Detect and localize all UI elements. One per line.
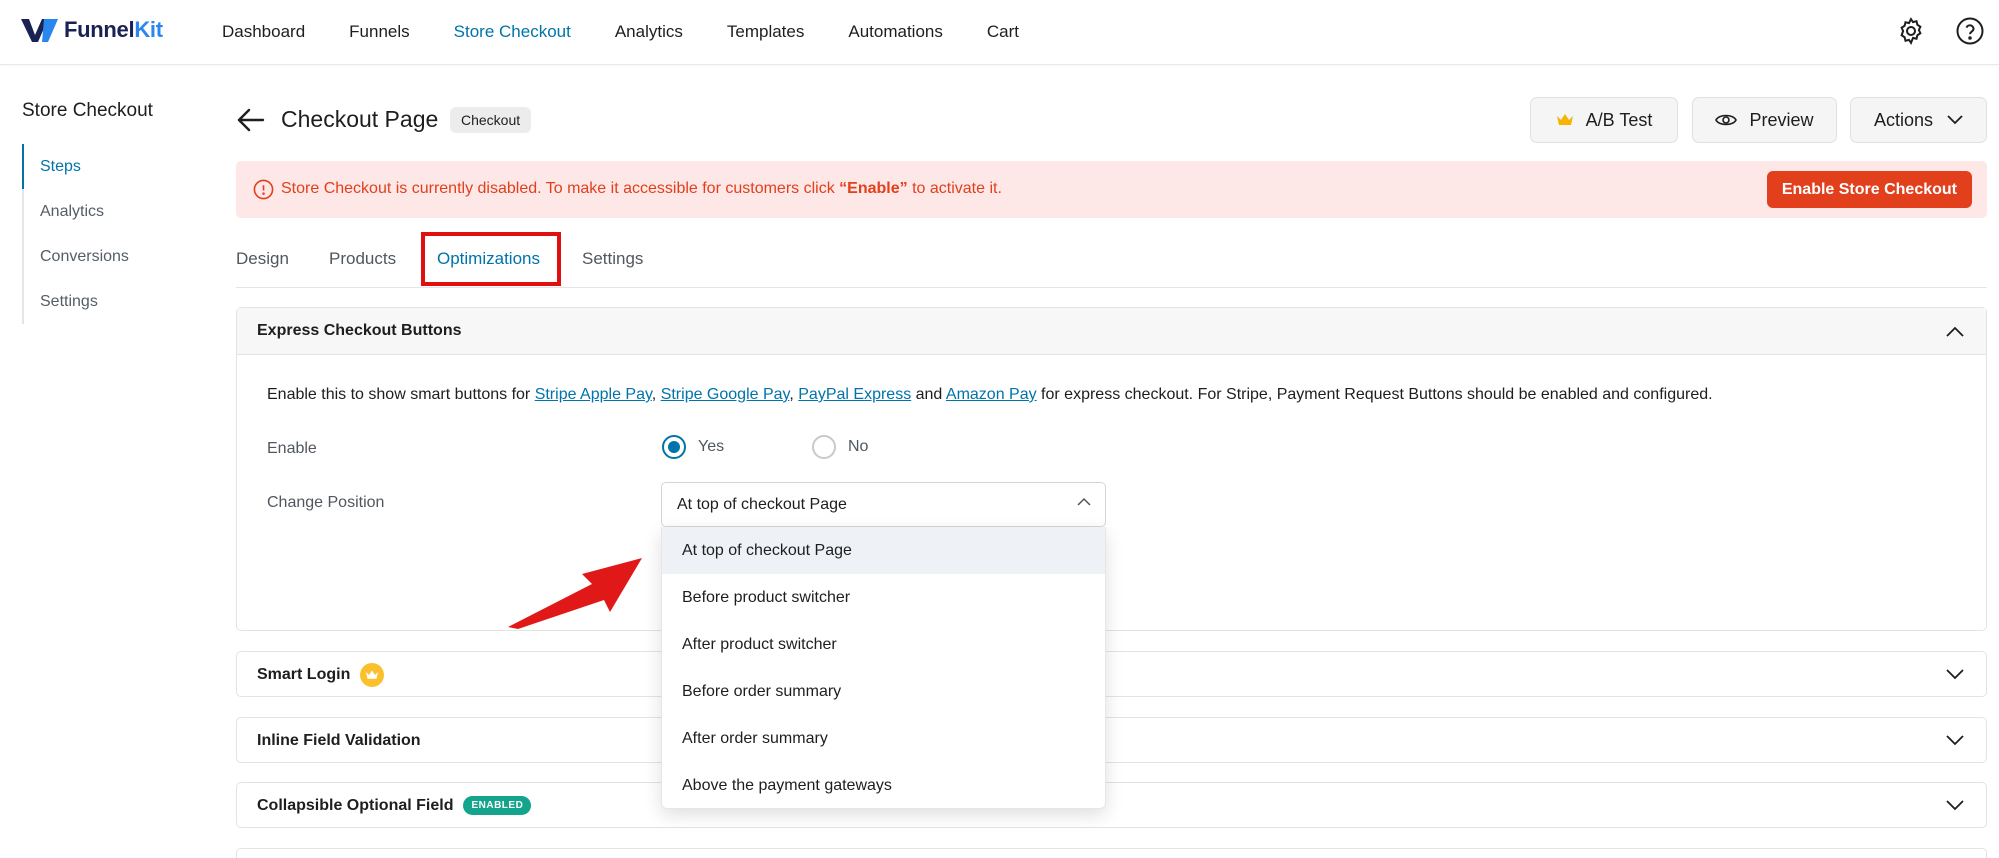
enable-store-checkout-button[interactable]: Enable Store Checkout xyxy=(1766,171,1972,208)
crown-icon xyxy=(1556,114,1573,125)
funnelkit-logo-mark xyxy=(21,19,58,42)
nav-dashboard[interactable]: Dashboard xyxy=(222,22,305,42)
sidebar-item-conversions[interactable]: Conversions xyxy=(22,234,212,279)
chevron-up-icon[interactable] xyxy=(1946,326,1964,337)
sidebar: Store Checkout Steps Analytics Conversio… xyxy=(22,100,212,324)
enable-no-radio[interactable]: No xyxy=(812,435,868,459)
inline-validation-title: Inline Field Validation xyxy=(257,731,421,749)
position-option[interactable]: Before product switcher xyxy=(662,574,1105,621)
sidebar-item-analytics[interactable]: Analytics xyxy=(22,189,212,234)
paypal-express-link[interactable]: PayPal Express xyxy=(798,386,911,403)
change-position-label: Change Position xyxy=(267,494,385,511)
tab-design[interactable]: Design xyxy=(236,230,289,287)
sidebar-item-settings[interactable]: Settings xyxy=(22,279,212,324)
nav-cart[interactable]: Cart xyxy=(987,22,1019,42)
express-checkout-header[interactable]: Express Checkout Buttons xyxy=(237,308,1986,355)
chevron-down-icon[interactable] xyxy=(1946,800,1964,811)
collapsible-optional-panel[interactable]: Collapsible Optional Field ENABLED xyxy=(236,782,1987,828)
chevron-down-icon[interactable] xyxy=(1946,735,1964,746)
nav-templates[interactable]: Templates xyxy=(727,22,804,42)
next-panel-partial xyxy=(236,848,1987,858)
funnelkit-logo[interactable]: FunnelKit xyxy=(20,15,163,45)
position-select-value: At top of checkout Page xyxy=(677,496,847,513)
sidebar-menu: Steps Analytics Conversions Settings xyxy=(22,144,212,324)
amazon-pay-link[interactable]: Amazon Pay xyxy=(946,386,1037,403)
nav-automations[interactable]: Automations xyxy=(848,22,943,42)
sidebar-item-steps[interactable]: Steps xyxy=(22,144,212,189)
tab-products[interactable]: Products xyxy=(329,230,396,287)
help-icon[interactable] xyxy=(1955,16,1985,46)
disabled-notice: Store Checkout is currently disabled. To… xyxy=(236,161,1987,218)
main-menu: Dashboard Funnels Store Checkout Analyti… xyxy=(222,0,1063,63)
enable-label: Enable xyxy=(267,440,317,457)
pro-crown-icon xyxy=(360,662,385,687)
enable-no-label: No xyxy=(848,438,869,455)
eye-icon xyxy=(1715,114,1738,126)
collapsible-optional-header[interactable]: Collapsible Optional Field ENABLED xyxy=(237,783,1986,828)
position-option[interactable]: Above the payment gateways xyxy=(662,762,1105,809)
nav-analytics[interactable]: Analytics xyxy=(615,22,683,42)
position-select[interactable]: At top of checkout Page xyxy=(661,482,1106,527)
position-option[interactable]: Before order summary xyxy=(662,668,1105,715)
sidebar-title: Store Checkout xyxy=(22,100,153,121)
position-option[interactable]: After product switcher xyxy=(662,621,1105,668)
inline-validation-panel[interactable]: Inline Field Validation xyxy=(236,717,1987,763)
collapsible-optional-title: Collapsible Optional Field xyxy=(257,796,454,814)
chevron-down-icon xyxy=(1947,115,1963,125)
back-arrow-icon[interactable] xyxy=(236,106,266,134)
preview-button[interactable]: Preview xyxy=(1692,97,1837,143)
position-option[interactable]: At top of checkout Page xyxy=(662,527,1105,574)
enable-yes-label: Yes xyxy=(698,438,725,455)
chevron-down-icon[interactable] xyxy=(1946,669,1964,680)
smart-login-header[interactable]: Smart Login xyxy=(237,652,1986,697)
enable-yes-radio[interactable]: Yes xyxy=(662,435,724,459)
chevron-up-icon xyxy=(1077,497,1091,506)
tab-highlight-box xyxy=(421,232,561,286)
preview-label: Preview xyxy=(1749,109,1814,130)
ab-test-label: A/B Test xyxy=(1585,109,1653,130)
page-title: Checkout Page xyxy=(281,106,439,132)
express-checkout-panel: Express Checkout Buttons Enable this to … xyxy=(236,307,1987,631)
info-icon xyxy=(253,179,274,200)
radio-circle-unchecked xyxy=(812,435,836,459)
nav-store-checkout[interactable]: Store Checkout xyxy=(454,22,571,42)
gear-icon[interactable] xyxy=(1896,16,1926,46)
annotation-arrow-icon xyxy=(508,558,642,629)
enabled-badge: ENABLED xyxy=(463,796,532,815)
actions-label: Actions xyxy=(1873,109,1934,130)
logo-text: FunnelKit xyxy=(64,17,163,42)
notice-message: Store Checkout is currently disabled. To… xyxy=(281,180,1002,197)
page-type-badge: Checkout xyxy=(450,107,532,133)
actions-button[interactable]: Actions xyxy=(1850,97,1987,143)
express-checkout-title: Express Checkout Buttons xyxy=(257,322,462,339)
nav-funnels[interactable]: Funnels xyxy=(349,22,409,42)
smart-login-panel[interactable]: Smart Login xyxy=(236,651,1987,697)
radio-circle-checked xyxy=(662,435,686,459)
tab-bar: Design Products Optimizations Settings xyxy=(236,230,1987,288)
stripe-apple-pay-link[interactable]: Stripe Apple Pay xyxy=(535,386,652,403)
inline-validation-header[interactable]: Inline Field Validation xyxy=(237,718,1986,763)
stripe-google-pay-link[interactable]: Stripe Google Pay xyxy=(661,386,790,403)
express-description: Enable this to show smart buttons for St… xyxy=(267,386,1713,403)
position-option[interactable]: After order summary xyxy=(662,715,1105,762)
position-dropdown: At top of checkout Page Before product s… xyxy=(661,527,1106,809)
smart-login-title: Smart Login xyxy=(257,665,351,683)
tab-settings[interactable]: Settings xyxy=(582,230,643,287)
top-navigation: FunnelKit Dashboard Funnels Store Checko… xyxy=(0,0,1999,65)
ab-test-button[interactable]: A/B Test xyxy=(1530,97,1678,143)
